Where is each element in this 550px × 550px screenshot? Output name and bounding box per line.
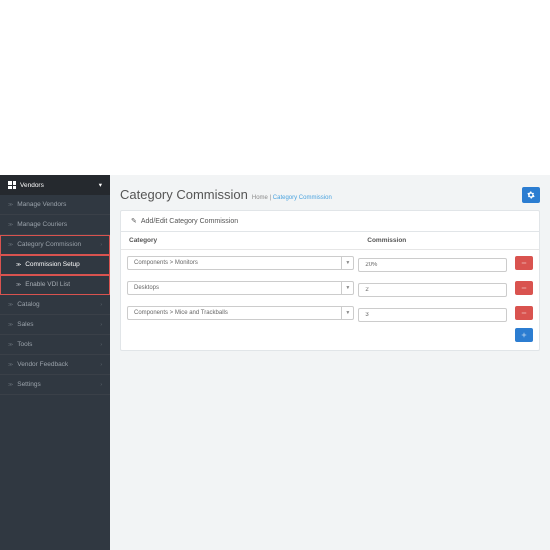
- sidebar-item-label: Settings: [17, 381, 41, 388]
- crumb-current[interactable]: Category Commission: [273, 195, 332, 201]
- chevron-right-icon: ≫: [8, 322, 13, 328]
- sidebar-item-label: Manage Couriers: [17, 221, 67, 228]
- sidebar-item[interactable]: ≫ Manage Couriers: [0, 215, 110, 235]
- caret-down-icon: ▼: [341, 307, 353, 319]
- chevron-right-icon: ≫: [16, 262, 21, 268]
- sidebar-subitem[interactable]: ≫ Enable VDI List: [0, 275, 110, 295]
- chevron-right-icon: ≫: [8, 242, 13, 248]
- add-row-button[interactable]: [515, 328, 533, 342]
- minus-icon: [521, 285, 527, 291]
- table-row: Components > Mice and Trackballs ▼: [121, 300, 539, 325]
- sidebar: Vendors ▾ ≫ Manage Vendors ≫ Manage Courier…: [0, 175, 110, 550]
- crumb-home[interactable]: Home: [252, 195, 268, 201]
- table-header: Category Commission: [121, 232, 539, 250]
- remove-row-button[interactable]: [515, 256, 533, 270]
- chevron-right-icon: ›: [100, 242, 102, 248]
- chevron-right-icon: ›: [100, 362, 102, 368]
- sidebar-item-label: Category Commission: [17, 241, 81, 248]
- sidebar-item[interactable]: ≫ Settings ›: [0, 375, 110, 395]
- panel-heading: ✎ Add/Edit Category Commission: [121, 211, 539, 232]
- chevron-right-icon: ≫: [8, 382, 13, 388]
- grid-icon: [8, 181, 16, 189]
- caret-down-icon: ▼: [341, 282, 353, 294]
- category-select[interactable]: Desktops ▼: [127, 281, 354, 295]
- category-value: Desktops: [134, 285, 159, 291]
- chevron-right-icon: ≫: [8, 202, 13, 208]
- sidebar-item-label: Sales: [17, 321, 33, 328]
- panel: ✎ Add/Edit Category Commission Category …: [120, 210, 540, 351]
- sidebar-item[interactable]: ≫ Category Commission ›: [0, 235, 110, 255]
- category-select[interactable]: Components > Monitors ▼: [127, 256, 354, 270]
- panel-heading-text: Add/Edit Category Commission: [141, 218, 238, 225]
- chevron-right-icon: ≫: [8, 362, 13, 368]
- chevron-right-icon: ›: [100, 302, 102, 308]
- settings-button[interactable]: [522, 187, 540, 203]
- remove-row-button[interactable]: [515, 306, 533, 320]
- category-select[interactable]: Components > Mice and Trackballs ▼: [127, 306, 354, 320]
- pencil-icon: ✎: [131, 217, 137, 225]
- plus-icon: [521, 332, 527, 338]
- sidebar-subitem[interactable]: ≫ Commission Setup: [0, 255, 110, 275]
- category-value: Components > Mice and Trackballs: [134, 310, 228, 316]
- sidebar-item-label: Catalog: [17, 301, 39, 308]
- chevron-right-icon: ›: [100, 322, 102, 328]
- table-row: Components > Monitors ▼: [121, 250, 539, 275]
- sidebar-header-label: Vendors: [20, 182, 44, 189]
- sidebar-item-label: Tools: [17, 341, 32, 348]
- th-commission: Commission: [359, 232, 509, 250]
- chevron-right-icon: ›: [100, 382, 102, 388]
- sidebar-subitem-label: Commission Setup: [25, 261, 80, 268]
- sidebar-item[interactable]: ≫ Manage Vendors: [0, 195, 110, 215]
- page-title: Category Commission: [120, 187, 248, 202]
- chevron-right-icon: ≫: [8, 222, 13, 228]
- chevron-right-icon: ›: [100, 342, 102, 348]
- caret-down-icon: ▼: [341, 257, 353, 269]
- title-row: Category Commission Home | Category Comm…: [120, 187, 540, 202]
- chevron-right-icon: ≫: [16, 282, 21, 288]
- sidebar-item[interactable]: ≫ Tools ›: [0, 335, 110, 355]
- sidebar-header[interactable]: Vendors ▾: [0, 175, 110, 195]
- sidebar-item[interactable]: ≫ Sales ›: [0, 315, 110, 335]
- commission-input[interactable]: [358, 308, 507, 322]
- commission-input[interactable]: [358, 283, 507, 297]
- table-row: Desktops ▼: [121, 275, 539, 300]
- chevron-right-icon: ≫: [8, 302, 13, 308]
- category-value: Components > Monitors: [134, 260, 198, 266]
- minus-icon: [521, 310, 527, 316]
- remove-row-button[interactable]: [515, 281, 533, 295]
- chevron-right-icon: ≫: [8, 342, 13, 348]
- breadcrumb: Home | Category Commission: [252, 195, 332, 201]
- sidebar-item-label: Vendor Feedback: [17, 361, 68, 368]
- th-action: [509, 232, 539, 250]
- sidebar-item[interactable]: ≫ Vendor Feedback ›: [0, 355, 110, 375]
- th-category: Category: [121, 232, 359, 250]
- sidebar-item-label: Manage Vendors: [17, 201, 66, 208]
- commission-input[interactable]: [358, 258, 507, 272]
- sidebar-subitem-label: Enable VDI List: [25, 281, 70, 288]
- minus-icon: [521, 260, 527, 266]
- sidebar-item[interactable]: ≫ Catalog ›: [0, 295, 110, 315]
- gear-icon: [527, 191, 535, 199]
- chevron-down-icon: ▾: [99, 181, 102, 189]
- main-content: Category Commission Home | Category Comm…: [110, 175, 550, 550]
